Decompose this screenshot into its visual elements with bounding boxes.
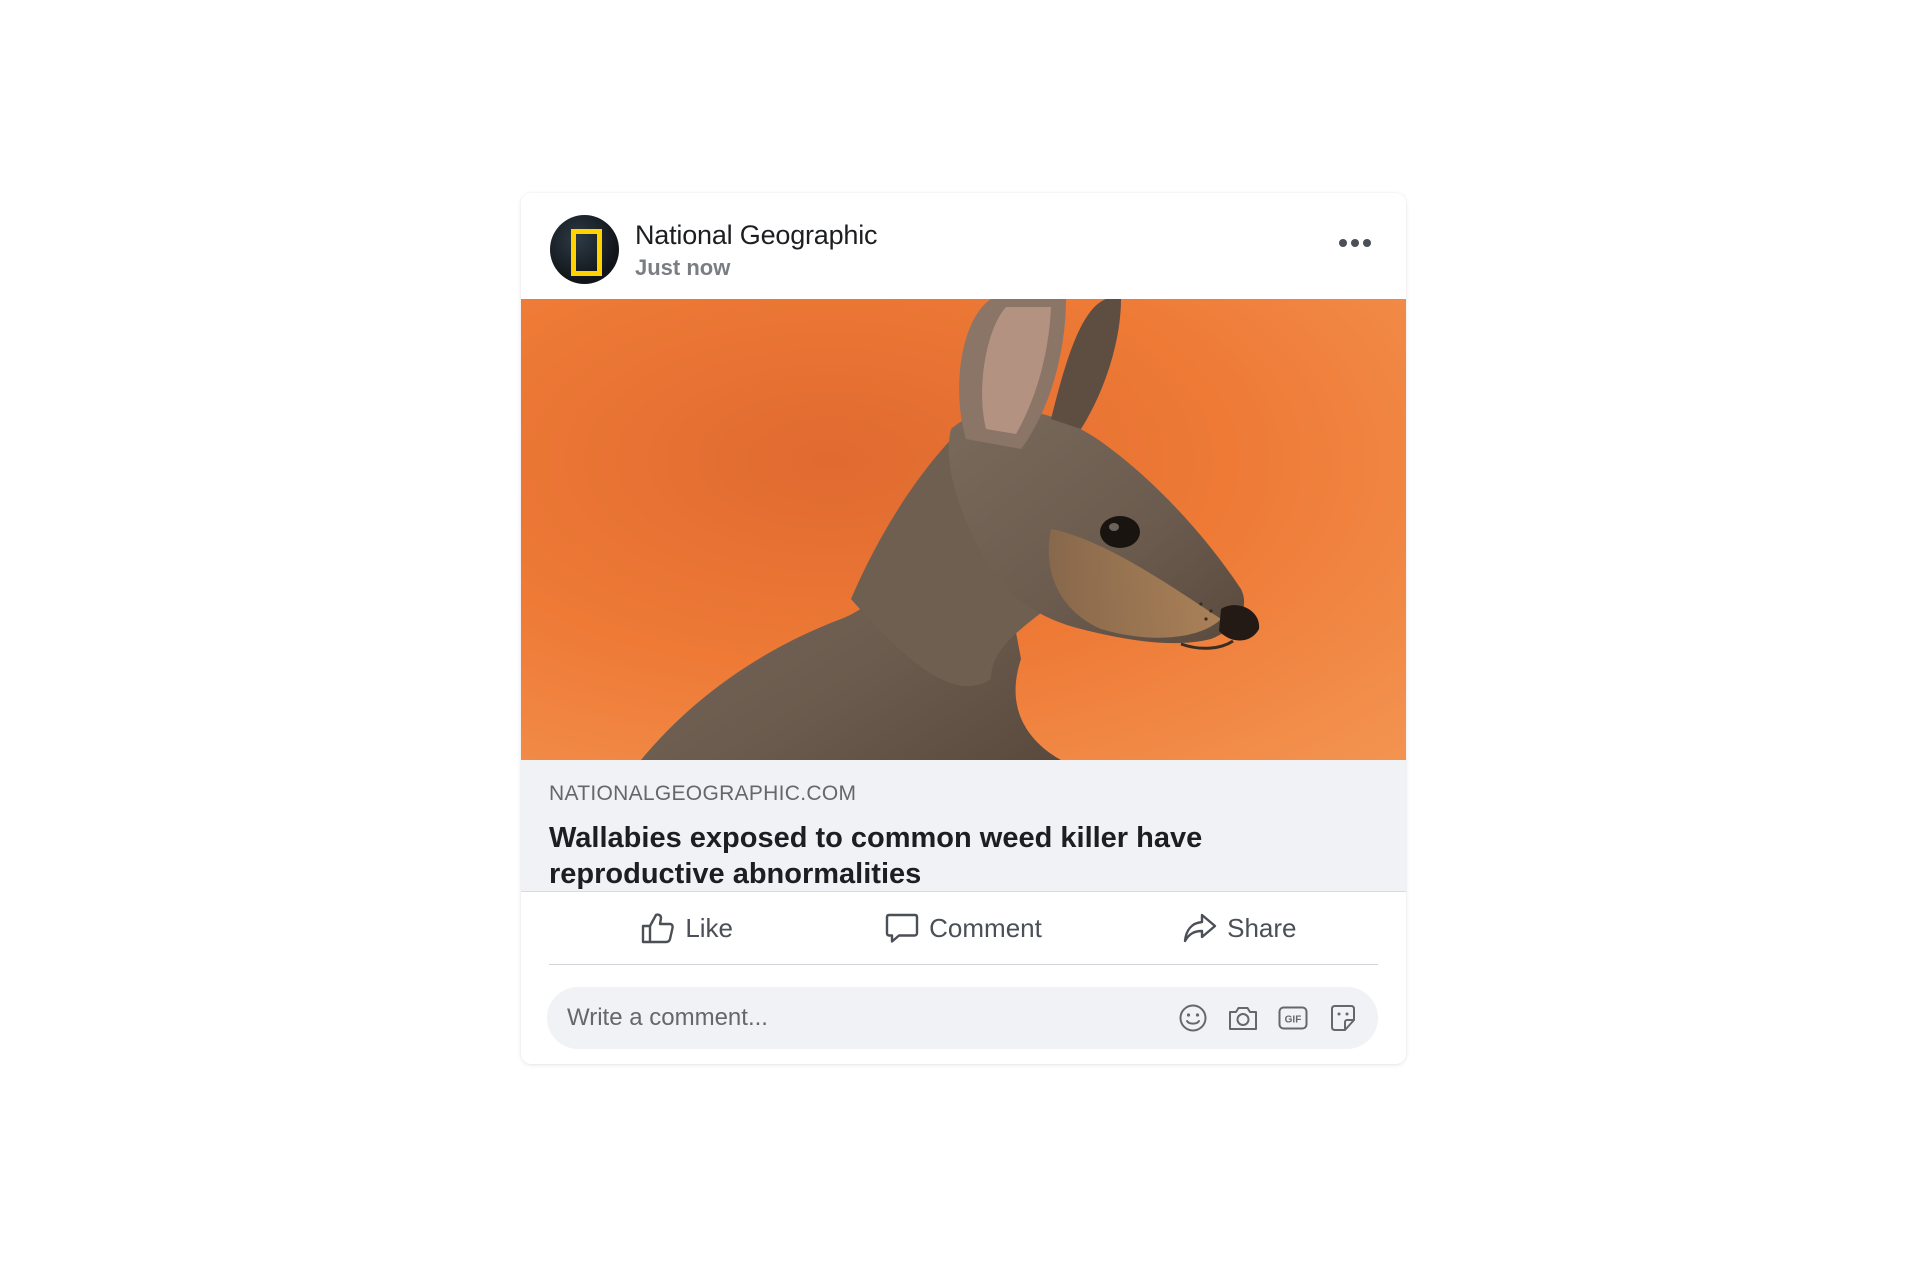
post-card: National Geographic Just now NATIONALGEO…	[521, 193, 1406, 1064]
comment-icon	[885, 913, 919, 943]
camera-icon[interactable]	[1226, 1001, 1260, 1035]
comment-button[interactable]: Comment	[825, 892, 1101, 964]
comment-label: Comment	[929, 912, 1042, 943]
post-header: National Geographic Just now	[521, 193, 1406, 299]
share-label: Share	[1227, 912, 1297, 943]
like-label: Like	[685, 912, 734, 943]
emoji-icon[interactable]	[1176, 1001, 1210, 1035]
author-name[interactable]: National Geographic	[635, 220, 878, 251]
svg-text:GIF: GIF	[1285, 1015, 1302, 1026]
share-button[interactable]: Share	[1102, 892, 1378, 964]
link-preview[interactable]: NATIONALGEOGRAPHIC.COM Wallabies exposed…	[521, 760, 1406, 892]
more-options-button[interactable]	[1330, 231, 1380, 255]
natgeo-logo-icon	[571, 229, 602, 276]
post-timestamp[interactable]: Just now	[635, 255, 730, 281]
link-title[interactable]: Wallabies exposed to common weed killer …	[549, 820, 1349, 892]
gif-icon[interactable]: GIF	[1276, 1001, 1310, 1035]
thumbs-up-icon	[642, 913, 675, 944]
comment-input[interactable]	[547, 987, 1167, 1049]
wallaby-illustration	[521, 299, 1406, 760]
comment-tools: GIF	[1176, 987, 1360, 1049]
sticker-icon[interactable]	[1326, 1001, 1360, 1035]
link-domain: NATIONALGEOGRAPHIC.COM	[549, 782, 857, 805]
post-image[interactable]	[521, 299, 1406, 760]
avatar[interactable]	[550, 215, 619, 284]
like-button[interactable]: Like	[549, 892, 825, 964]
comment-box: GIF	[547, 987, 1378, 1049]
more-horizontal-icon	[1339, 239, 1371, 247]
post-actions: Like Comment Share	[549, 892, 1378, 965]
share-icon	[1183, 913, 1217, 943]
